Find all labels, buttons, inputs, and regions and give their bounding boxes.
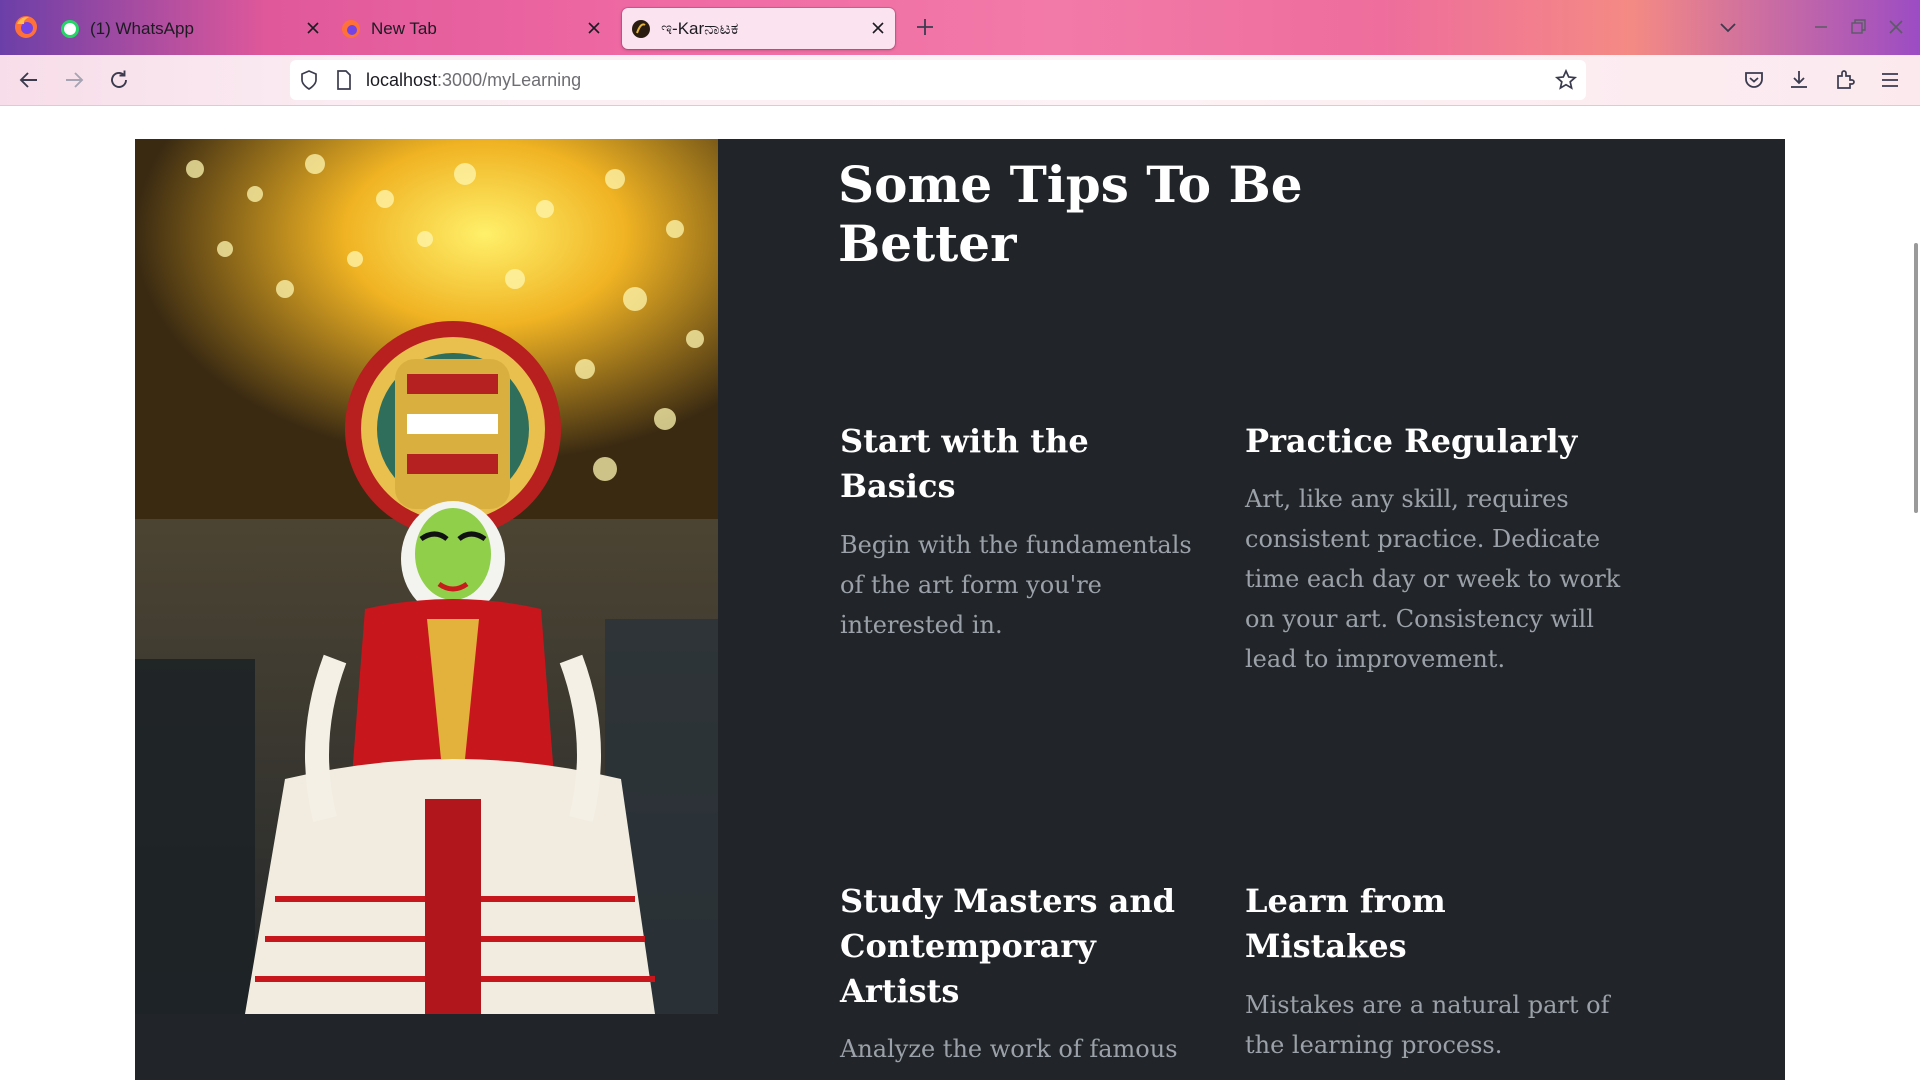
close-tab-icon[interactable] <box>304 19 322 37</box>
whatsapp-icon <box>60 19 80 39</box>
extensions-icon[interactable] <box>1833 68 1857 92</box>
page-scrollbar[interactable] <box>1914 243 1918 513</box>
site-logo-icon <box>631 19 651 39</box>
page-viewport[interactable]: Some Tips To Be Better Start with the Ba… <box>0 106 1920 1080</box>
section-title: Some Tips To Be Better <box>838 155 1303 273</box>
tip-title-practice: Practice Regularly <box>1245 422 1578 460</box>
tip-title-mistakes: Learn from Mistakes <box>1245 882 1446 965</box>
close-window-icon[interactable] <box>1886 17 1906 37</box>
page-icon[interactable] <box>334 69 354 91</box>
downloads-icon[interactable] <box>1787 68 1811 92</box>
url-host: localhost <box>366 70 438 90</box>
tips-section: Some Tips To Be Better Start with the Ba… <box>135 139 1785 1080</box>
list-all-tabs-icon[interactable] <box>1718 17 1738 37</box>
tips-content: Some Tips To Be Better Start with the Ba… <box>135 139 1785 1080</box>
tip-title-basics: Start with the Basics <box>840 422 1089 505</box>
tab-ekarnataka[interactable]: ಇ-Karನಾಟಕ <box>622 8 895 49</box>
tip-body-practice: Art, like any skill, requires consistent… <box>1245 485 1621 673</box>
tip-body-basics: Begin with the fundamentals of the art f… <box>840 531 1192 639</box>
tab-bar: (1) WhatsApp New Tab ಇ-Karನಾಟಕ <box>0 0 1920 55</box>
address-bar[interactable]: localhost:3000/myLearning <box>290 60 1586 100</box>
tab-label: ಇ-Karನಾಟಕ <box>661 18 739 38</box>
close-tab-icon[interactable] <box>869 19 887 37</box>
back-arrow-icon[interactable] <box>17 68 41 92</box>
minimize-icon[interactable] <box>1811 17 1831 37</box>
tab-new-tab[interactable]: New Tab <box>341 8 611 49</box>
url-path: :3000/myLearning <box>437 70 582 90</box>
restore-icon[interactable] <box>1848 17 1868 37</box>
close-tab-icon[interactable] <box>585 19 603 37</box>
tip-title-masters: Study Masters and Contemporary Artists <box>840 882 1175 1010</box>
url-text[interactable]: localhost:3000/myLearning <box>366 70 581 91</box>
navigation-toolbar: localhost:3000/myLearning <box>0 55 1920 106</box>
shield-icon[interactable] <box>298 69 320 91</box>
forward-arrow-icon[interactable] <box>62 68 86 92</box>
tip-body-mistakes: Mistakes are a natural part of the learn… <box>1245 991 1610 1059</box>
tab-label: New Tab <box>371 18 437 38</box>
pocket-icon[interactable] <box>1742 68 1766 92</box>
bookmark-star-icon[interactable] <box>1554 68 1578 92</box>
firefox-menu-icon[interactable] <box>13 14 39 40</box>
tip-body-masters: Analyze the work of famous <box>840 1035 1178 1063</box>
tab-label: (1) WhatsApp <box>90 18 194 38</box>
reload-icon[interactable] <box>107 68 131 92</box>
firefox-icon <box>341 19 361 39</box>
tab-whatsapp[interactable]: (1) WhatsApp <box>60 8 330 49</box>
hamburger-menu-icon[interactable] <box>1878 68 1902 92</box>
new-tab-icon[interactable] <box>914 16 936 38</box>
